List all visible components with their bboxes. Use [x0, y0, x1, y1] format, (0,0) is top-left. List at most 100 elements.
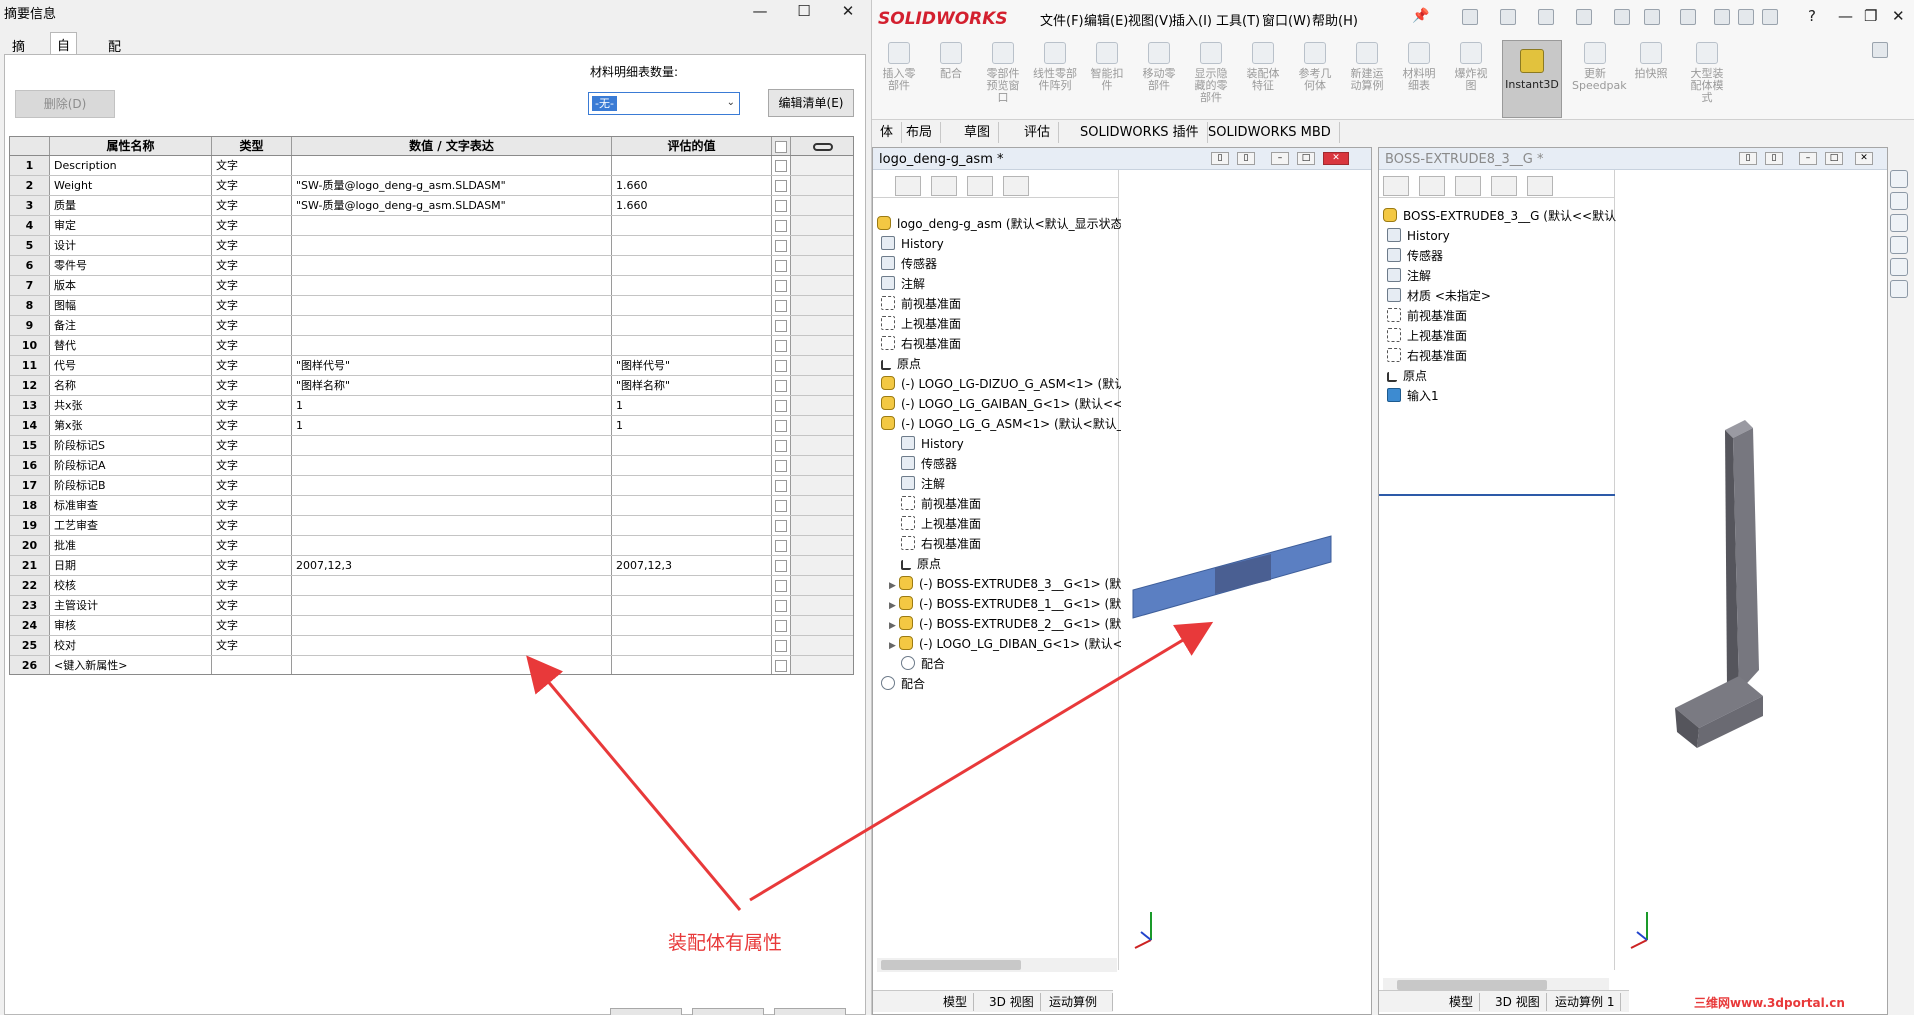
value-cell[interactable] [292, 276, 612, 295]
type-cell[interactable]: 文字 [212, 536, 292, 555]
row-checkbox[interactable] [775, 180, 787, 192]
ribbon-button[interactable]: 零部件 预览窗 口 [980, 42, 1026, 104]
configuration-manager-icon[interactable] [931, 176, 957, 196]
type-cell[interactable]: 文字 [212, 416, 292, 435]
command-tab[interactable]: 评估 [1016, 122, 1060, 143]
evaluated-value-cell[interactable]: 1.660 [612, 176, 772, 195]
property-name-cell[interactable]: Weight [50, 176, 212, 195]
value-cell[interactable] [292, 636, 612, 655]
type-cell[interactable]: 文字 [212, 356, 292, 375]
feature-manager-icon[interactable] [1383, 176, 1409, 196]
evaluated-value-cell[interactable]: 1.660 [612, 196, 772, 215]
tree-item[interactable]: 上视基准面 [881, 314, 961, 334]
row-checkbox[interactable] [775, 620, 787, 632]
undo-icon[interactable] [1644, 9, 1660, 25]
row-checkbox-cell[interactable] [772, 536, 791, 555]
row-checkbox-cell[interactable] [772, 396, 791, 415]
value-cell[interactable] [292, 156, 612, 175]
bottom-tab[interactable]: 模型 [1443, 993, 1481, 1011]
tile-icon[interactable]: ▯ [1211, 152, 1229, 165]
row-checkbox[interactable] [775, 300, 787, 312]
evaluated-value-cell[interactable] [612, 156, 772, 175]
property-name-cell[interactable]: 校核 [50, 576, 212, 595]
property-name-cell[interactable]: 批准 [50, 536, 212, 555]
tree-item[interactable]: 传感器 [1387, 246, 1443, 266]
select-icon[interactable] [1680, 9, 1696, 25]
property-name-cell[interactable]: Description [50, 156, 212, 175]
property-name-cell[interactable]: 零件号 [50, 256, 212, 275]
window-minimize[interactable]: — [1838, 7, 1853, 25]
table-row[interactable]: 16 阶段标记A 文字 [10, 456, 853, 476]
tree-item[interactable]: 右视基准面 [901, 534, 981, 554]
design-library-icon[interactable] [1890, 192, 1908, 210]
ribbon-button[interactable]: 新建运 动算例 [1344, 42, 1390, 92]
table-row[interactable]: 9 备注 文字 [10, 316, 853, 336]
tree-item[interactable]: 前视基准面 [901, 494, 981, 514]
type-cell[interactable]: 文字 [212, 156, 292, 175]
table-row[interactable]: 20 批准 文字 [10, 536, 853, 556]
ribbon-button[interactable]: 参考几 何体 [1292, 42, 1338, 92]
value-cell[interactable] [292, 616, 612, 635]
new-document-icon[interactable] [1500, 9, 1516, 25]
row-checkbox-cell[interactable] [772, 236, 791, 255]
command-tab[interactable]: 布局 [898, 122, 942, 143]
row-checkbox[interactable] [775, 480, 787, 492]
row-checkbox[interactable] [775, 320, 787, 332]
menu-item[interactable]: 编辑(E) [1084, 10, 1128, 29]
rebuild-icon[interactable] [1714, 9, 1730, 25]
type-cell[interactable]: 文字 [212, 196, 292, 215]
row-checkbox[interactable] [775, 660, 787, 672]
expand-arrow-icon[interactable]: ▶ [889, 596, 899, 616]
maximize-icon-2[interactable]: □ [1825, 152, 1843, 165]
tree-item[interactable]: History [1387, 226, 1450, 246]
row-checkbox-cell[interactable] [772, 376, 791, 395]
tree-scrollbar[interactable] [877, 958, 1117, 972]
row-checkbox-cell[interactable] [772, 256, 791, 275]
property-name-cell[interactable]: 主管设计 [50, 596, 212, 615]
evaluated-value-cell[interactable] [612, 336, 772, 355]
expand-arrow-icon[interactable]: ▶ [889, 616, 899, 636]
ribbon-button[interactable]: 显示隐 藏的零 部件 [1188, 42, 1234, 104]
type-cell[interactable]: 文字 [212, 616, 292, 635]
file-explorer-icon[interactable] [1890, 214, 1908, 232]
row-checkbox[interactable] [775, 260, 787, 272]
table-row[interactable]: 17 阶段标记B 文字 [10, 476, 853, 496]
row-checkbox[interactable] [775, 440, 787, 452]
appearances-icon[interactable] [1890, 258, 1908, 276]
row-checkbox-cell[interactable] [772, 296, 791, 315]
minimize-icon[interactable]: – [1271, 152, 1289, 165]
ribbon-button[interactable]: 插入零 部件 [876, 42, 922, 92]
property-name-cell[interactable]: 替代 [50, 336, 212, 355]
window-close[interactable]: ✕ [1892, 7, 1905, 25]
property-name-cell[interactable]: 设计 [50, 236, 212, 255]
ribbon-button[interactable]: 配合 [928, 42, 974, 80]
row-checkbox-cell[interactable] [772, 176, 791, 195]
row-checkbox[interactable] [775, 520, 787, 532]
table-row[interactable]: 24 审核 文字 [10, 616, 853, 636]
ribbon-button[interactable]: 爆炸视 图 [1448, 42, 1494, 92]
tree-item[interactable]: 配合 [881, 674, 925, 694]
ribbon-button[interactable]: 更新 Speedpak [1572, 42, 1627, 92]
value-cell[interactable] [292, 236, 612, 255]
tree-item[interactable]: 前视基准面 [1387, 306, 1467, 326]
property-name-cell[interactable]: <键入新属性> [50, 656, 212, 674]
type-cell[interactable]: 文字 [212, 516, 292, 535]
tree-item[interactable]: 上视基准面 [901, 514, 981, 534]
row-checkbox[interactable] [775, 200, 787, 212]
type-cell[interactable]: 文字 [212, 636, 292, 655]
help-button[interactable] [774, 1008, 846, 1015]
table-row[interactable]: 2 Weight 文字 "SW-质量@logo_deng-g_asm.SLDASM" 1… [10, 176, 853, 196]
property-manager-icon-2[interactable] [1419, 176, 1445, 196]
evaluated-value-cell[interactable] [612, 316, 772, 335]
tree-item[interactable]: 输入1 [1387, 386, 1439, 406]
value-cell[interactable]: "SW-质量@logo_deng-g_asm.SLDASM" [292, 196, 612, 215]
row-checkbox-cell[interactable] [772, 436, 791, 455]
value-cell[interactable] [292, 336, 612, 355]
row-checkbox-cell[interactable] [772, 636, 791, 655]
type-cell[interactable]: 文字 [212, 556, 292, 575]
value-cell[interactable] [292, 576, 612, 595]
tree-item[interactable]: 原点 [901, 554, 941, 574]
type-cell[interactable]: 文字 [212, 496, 292, 515]
type-cell[interactable]: 文字 [212, 216, 292, 235]
delete-button[interactable]: 删除(D) [15, 90, 115, 118]
